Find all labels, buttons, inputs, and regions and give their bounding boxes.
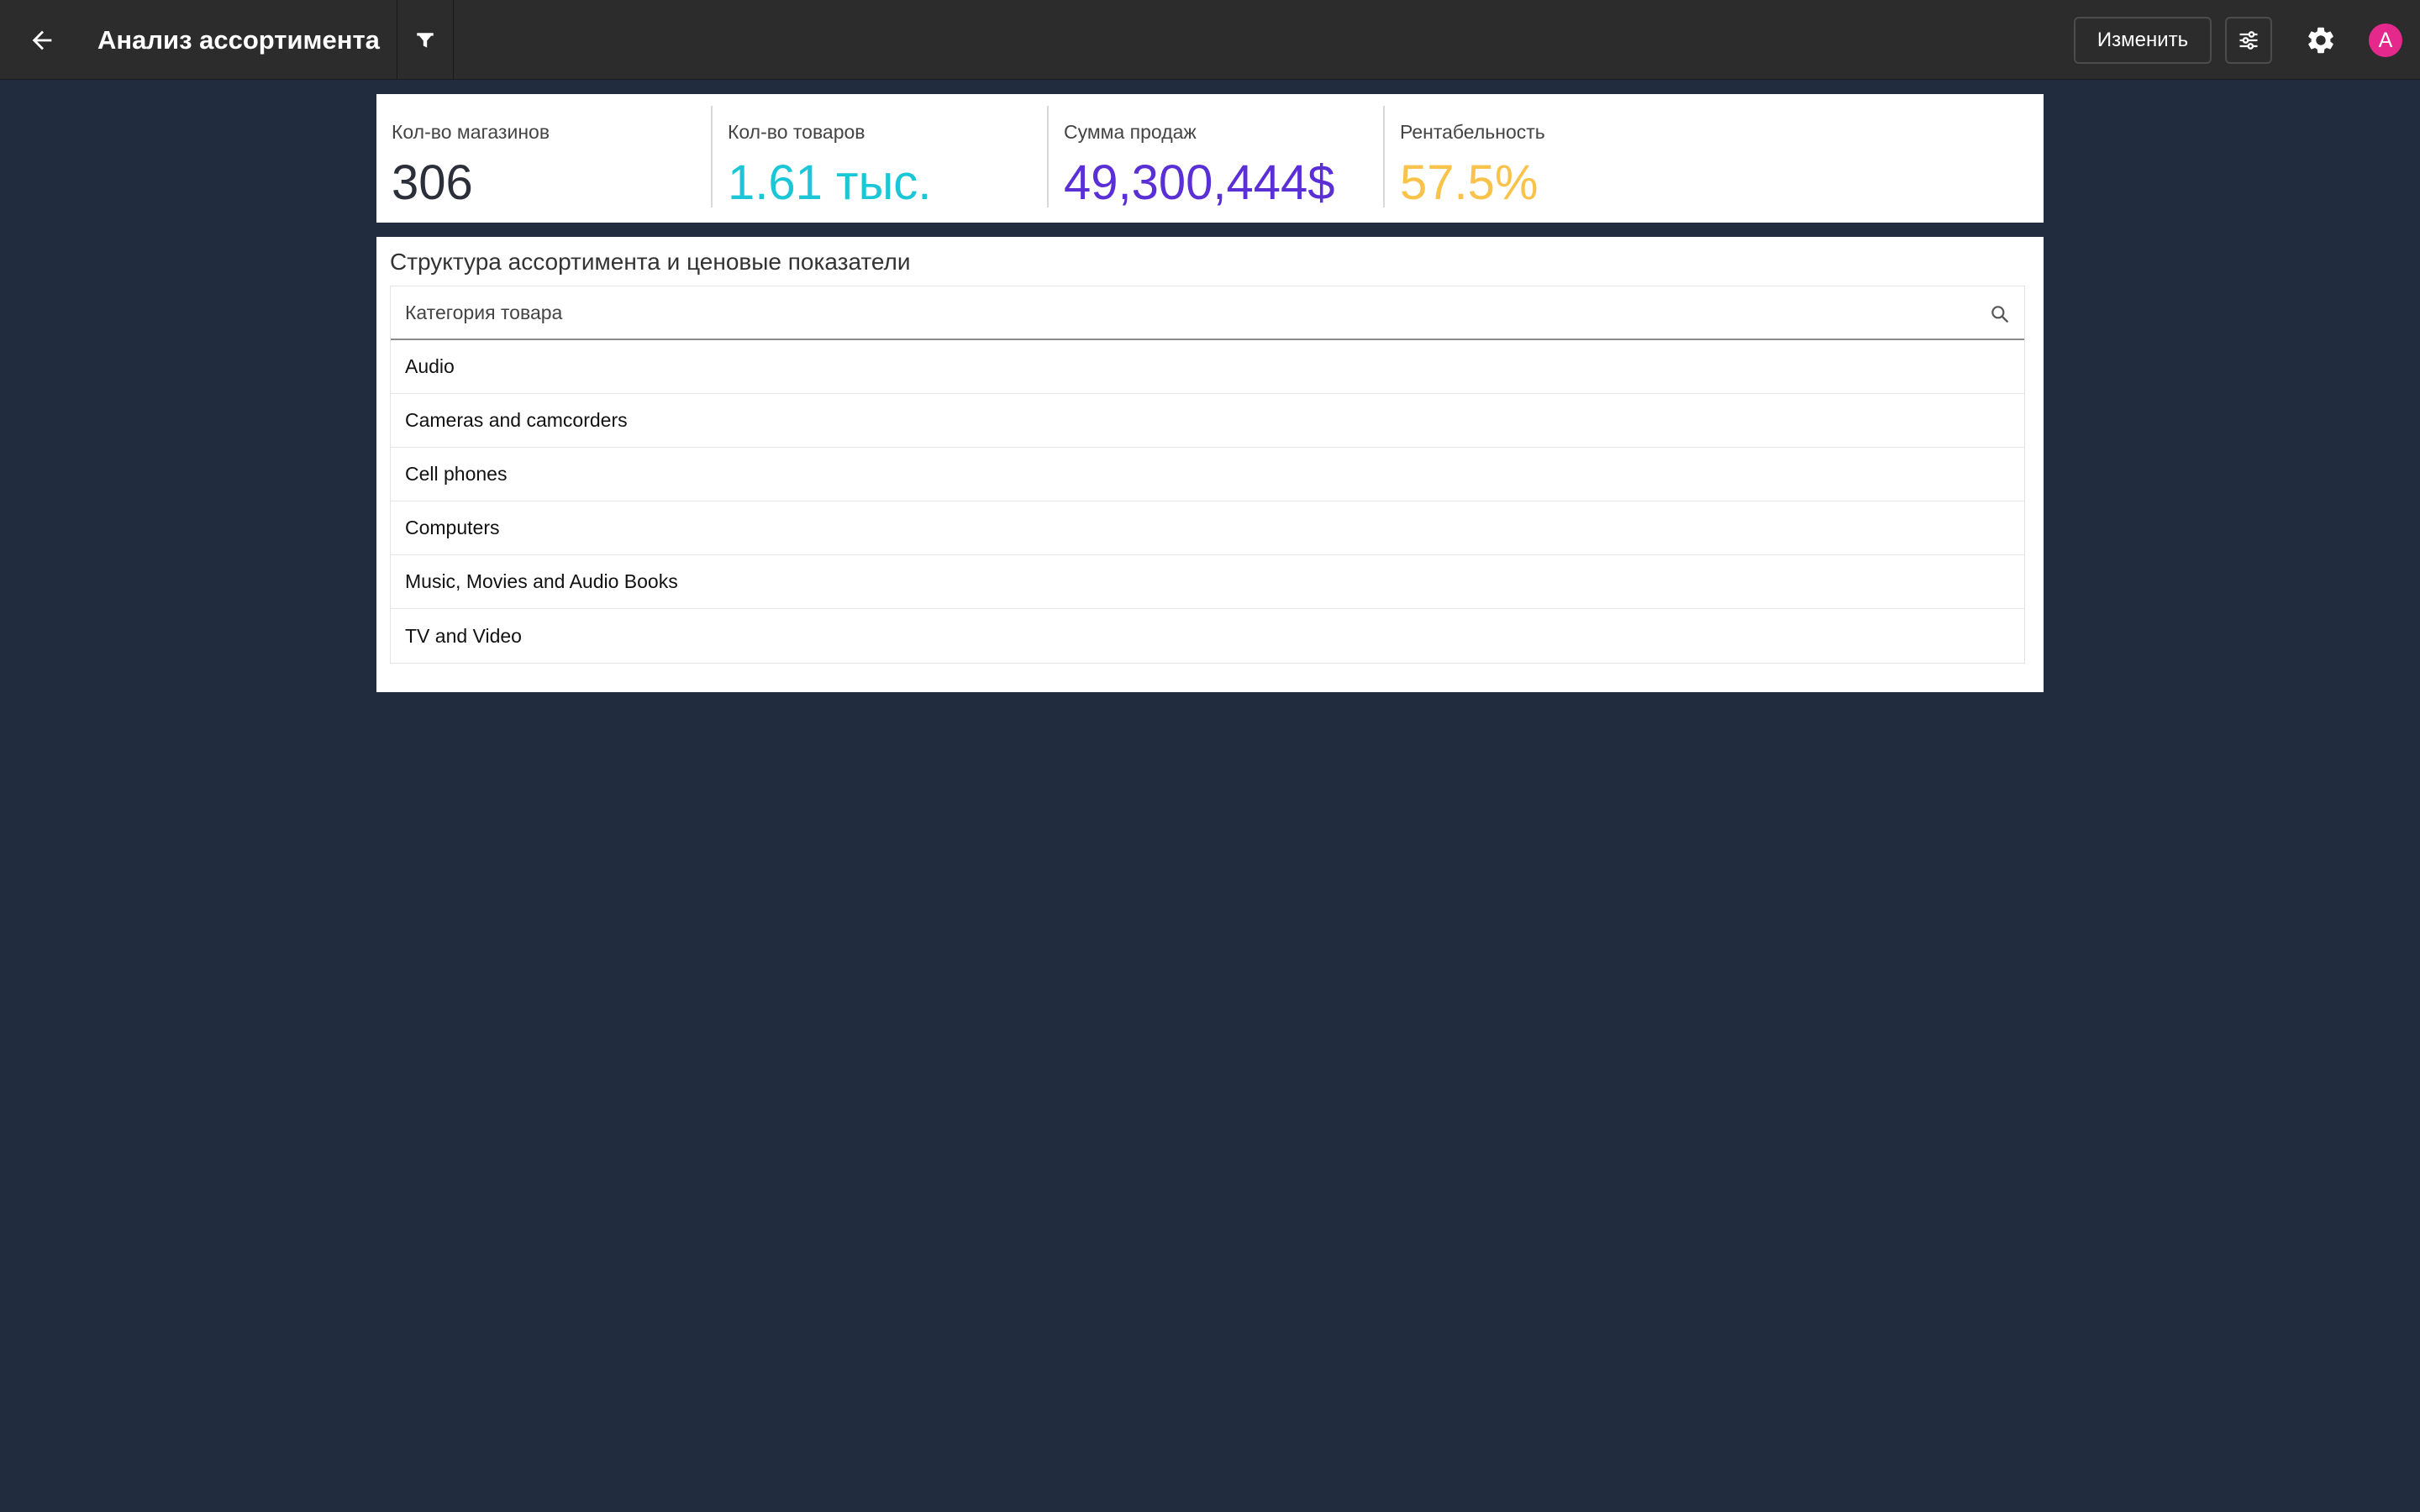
top-bar: Анализ ассортимента Изменить A — [0, 0, 2420, 80]
sliders-icon — [2239, 31, 2258, 50]
avatar[interactable]: A — [2369, 24, 2402, 57]
kpi-label: Кол-во товаров — [728, 121, 865, 143]
kpi-label: Сумма продаж — [1064, 121, 1197, 143]
column-header-label: Категория товара — [405, 301, 563, 323]
kpi-stores: Кол-во магазинов 306 — [376, 106, 713, 207]
gear-icon — [2308, 27, 2333, 54]
kpi-sales: Сумма продаж 49,300,444$ — [1049, 106, 1385, 207]
sliders-button[interactable] — [2225, 17, 2272, 64]
search-icon[interactable] — [1989, 303, 2011, 325]
settings-button[interactable] — [2297, 17, 2344, 64]
filter-button[interactable] — [397, 0, 454, 80]
edit-button[interactable]: Изменить — [2074, 17, 2212, 64]
kpi-value: 57.5% — [1400, 155, 1539, 210]
kpi-panel: Кол-во магазинов 306 Кол-во товаров 1.61… — [376, 94, 2044, 223]
arrow-left-icon — [32, 30, 52, 50]
structure-panel: Структура ассортимента и ценовые показат… — [376, 237, 2044, 692]
kpi-value: 1.61 тыс. — [728, 155, 932, 210]
kpi-label: Кол-во магазинов — [392, 121, 550, 143]
category-table: Категория товара Audio Cameras and camco… — [390, 286, 2025, 664]
kpi-profitability: Рентабельность 57.5% — [1385, 106, 1721, 207]
kpi-value: 49,300,444$ — [1064, 155, 1335, 210]
kpi-products: Кол-во товаров 1.61 тыс. — [713, 106, 1049, 207]
funnel-icon — [417, 32, 434, 48]
section-title: Структура ассортимента и ценовые показат… — [390, 249, 911, 275]
table-row[interactable]: Computers — [391, 501, 2024, 555]
table-row[interactable]: Cell phones — [391, 448, 2024, 501]
table-row[interactable]: Cameras and camcorders — [391, 394, 2024, 448]
kpi-label: Рентабельность — [1400, 121, 1545, 143]
column-header[interactable]: Категория товара — [391, 286, 2024, 340]
table-row[interactable]: Music, Movies and Audio Books — [391, 555, 2024, 609]
page-title: Анализ ассортимента — [97, 25, 380, 55]
table-row[interactable]: TV and Video — [391, 609, 2024, 663]
back-button[interactable] — [17, 17, 67, 64]
kpi-value: 306 — [392, 155, 473, 210]
table-row[interactable]: Audio — [391, 340, 2024, 394]
